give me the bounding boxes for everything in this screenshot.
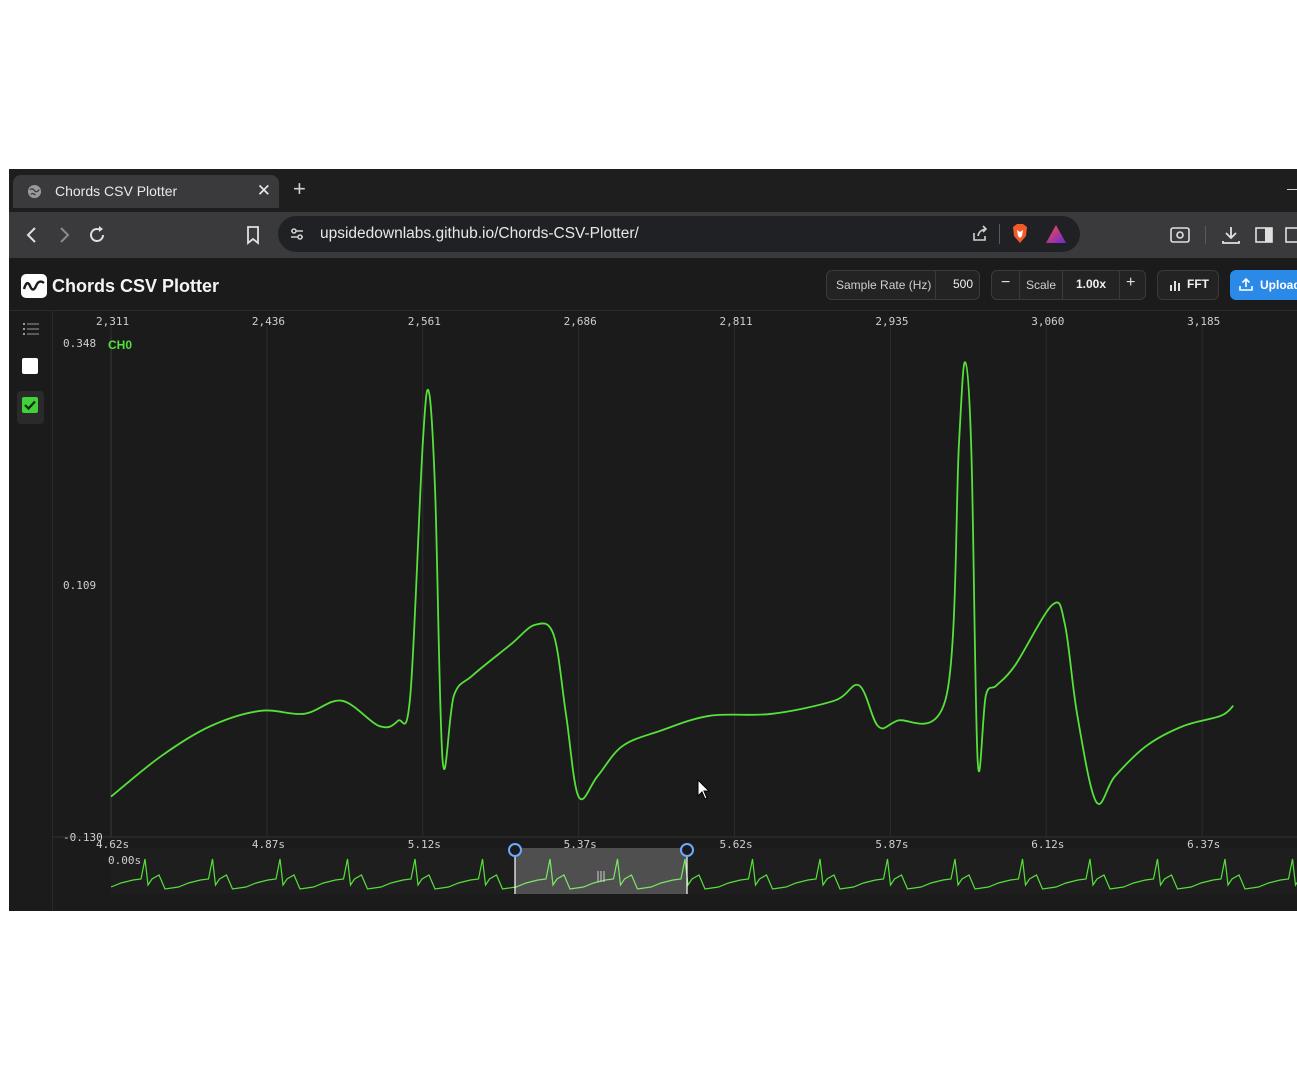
app-title: Chords CSV Plotter (52, 276, 220, 296)
list-icon[interactable] (23, 322, 39, 336)
bookmark-icon[interactable] (242, 224, 264, 246)
browser-window: Chords CSV Plotter ✕ + upsidedownlabs.gi… (9, 169, 1297, 911)
globe-icon (27, 184, 42, 199)
series-label-ch0: CH0 (108, 338, 133, 352)
check-icon (24, 400, 36, 411)
download-icon[interactable] (1220, 224, 1242, 246)
y-tick-label: 0.348 (63, 337, 97, 350)
bottom-tick-label: 6.12s (1031, 838, 1065, 851)
bottom-tick-label: 5.62s (719, 838, 753, 851)
fft-button[interactable]: FFT (1157, 270, 1219, 300)
minimize-icon[interactable] (1287, 189, 1297, 190)
site-settings-icon[interactable] (289, 226, 305, 242)
scale-control: − Scale 1.00x + (991, 270, 1146, 300)
scale-decrease-button[interactable]: − (1001, 274, 1010, 292)
sidebar-toggle-icon[interactable] (1253, 224, 1275, 246)
rewards-triangle-icon[interactable] (1045, 224, 1067, 244)
series-line-ch0 (110, 361, 1234, 805)
navigation-bar: upsidedownlabs.github.io/Chords-CSV-Plot… (9, 212, 1297, 258)
close-tab-icon[interactable]: ✕ (257, 181, 271, 201)
divider (999, 224, 1000, 244)
mouse-cursor-icon (697, 779, 711, 800)
scale-value: 1.00x (1076, 277, 1107, 291)
plot-area[interactable]: 2,311 2,436 2,561 2,686 2,811 2,935 3,060 3,185… (53, 311, 1297, 911)
upload-label: Upload (1260, 278, 1297, 292)
divider (1205, 226, 1206, 244)
share-icon[interactable] (970, 224, 990, 244)
top-tick-label: 2,811 (719, 315, 753, 328)
divider (935, 271, 936, 299)
app-logo-icon (21, 274, 47, 298)
top-tick-label: 2,436 (251, 315, 285, 328)
forward-icon[interactable] (53, 224, 75, 246)
divider (1119, 271, 1120, 299)
selection-right-handle[interactable] (680, 843, 694, 857)
app-header: Chords CSV Plotter Sample Rate (Hz) 500 … (9, 258, 1297, 311)
channel-checkbox-2[interactable] (22, 397, 38, 413)
top-tick-label: 2,935 (875, 315, 909, 328)
sample-rate-input[interactable]: 500 (953, 277, 973, 291)
bottom-tick-label: 5.12s (407, 838, 441, 851)
top-tick-label: 2,686 (563, 315, 597, 328)
new-tab-button[interactable]: + (293, 178, 306, 200)
channel-sidebar (9, 311, 53, 911)
address-bar[interactable]: upsidedownlabs.github.io/Chords-CSV-Plot… (278, 216, 1080, 252)
bottom-tick-label: 5.37s (563, 838, 597, 851)
bar-chart-icon (1170, 281, 1180, 291)
upload-button[interactable]: Upload (1230, 270, 1297, 300)
bottom-tick-label: 6.37s (1187, 838, 1221, 851)
chart-svg[interactable] (53, 311, 1297, 911)
top-tick-label: 3,060 (1031, 315, 1065, 328)
screenshot-icon[interactable] (1169, 224, 1191, 246)
tab-title: Chords CSV Plotter (55, 183, 178, 199)
window-icon[interactable] (1283, 224, 1297, 246)
reload-icon[interactable] (86, 224, 108, 246)
top-tick-label: 2,311 (96, 315, 130, 328)
selection-left-handle[interactable] (508, 843, 522, 857)
url-text[interactable]: upsidedownlabs.github.io/Chords-CSV-Plot… (320, 225, 639, 243)
brave-shield-icon[interactable] (1010, 223, 1030, 245)
back-icon[interactable] (21, 224, 43, 246)
tab-strip: Chords CSV Plotter ✕ + (9, 169, 1297, 212)
top-tick-label: 3,185 (1187, 315, 1221, 328)
y-tick-label: 0.109 (63, 578, 97, 592)
channel-checkbox-1[interactable] (22, 358, 38, 374)
overview-start-label: 0.00s (108, 854, 142, 867)
tab-chords-csv-plotter[interactable]: Chords CSV Plotter ✕ (13, 175, 279, 208)
divider (1019, 271, 1020, 299)
bottom-tick-label: 5.87s (875, 838, 909, 851)
scale-increase-button[interactable]: + (1126, 274, 1135, 292)
sample-rate-label: Sample Rate (Hz) (836, 278, 932, 292)
y-tick-label: -0.130 (63, 831, 103, 844)
upload-icon (1239, 277, 1253, 291)
scale-label: Scale (1026, 278, 1057, 292)
divider (1062, 271, 1063, 299)
sample-rate-control: Sample Rate (Hz) 500 (826, 270, 980, 300)
top-tick-label: 2,561 (407, 315, 441, 328)
fft-label: FFT (1187, 277, 1209, 291)
bottom-tick-label: 4.87s (251, 838, 285, 851)
